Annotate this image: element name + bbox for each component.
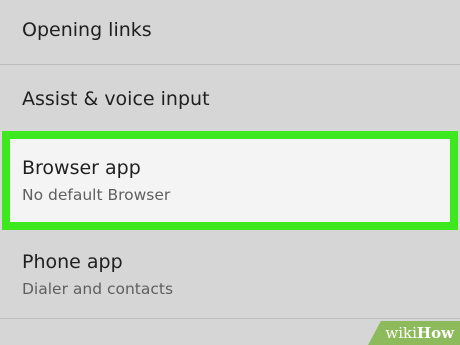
settings-item-title: Phone app	[22, 251, 123, 273]
settings-item-browser-app[interactable]: Browser app No default Browser	[0, 131, 460, 231]
settings-item-title: Opening links	[22, 19, 152, 41]
settings-item-opening-links[interactable]: Opening links	[0, 0, 460, 64]
settings-item-subtitle: Dialer and contacts	[22, 280, 174, 298]
wikihow-watermark: wikiHow	[385, 324, 454, 342]
settings-item-subtitle: No default Browser	[22, 186, 171, 204]
settings-list: Opening links Assist & voice input Brows…	[0, 0, 460, 345]
watermark-part-1: wiki	[385, 324, 417, 342]
settings-item-title: Assist & voice input	[22, 88, 210, 110]
divider	[0, 318, 460, 319]
settings-item-title: Browser app	[22, 157, 141, 179]
settings-item-phone-app[interactable]: Phone app Dialer and contacts	[0, 238, 460, 318]
watermark-part-2: How	[416, 324, 454, 342]
settings-item-assist-voice-input[interactable]: Assist & voice input	[0, 65, 460, 131]
